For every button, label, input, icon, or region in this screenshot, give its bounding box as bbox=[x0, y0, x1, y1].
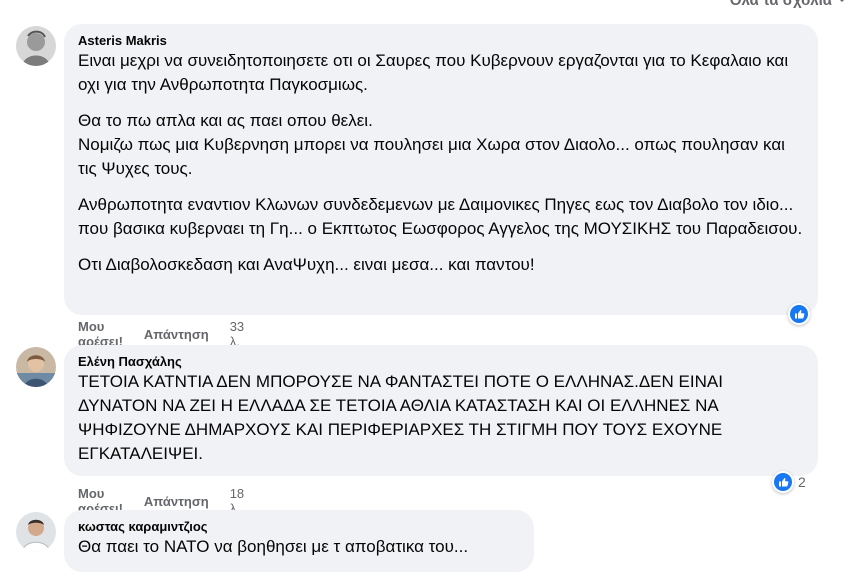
comment-text: Θα το πω απλα και ας παει οπου θελει. Νο… bbox=[78, 111, 785, 178]
comment-text: Ειναι μεχρι να συνειδητοποιησετε οτι οι … bbox=[78, 51, 789, 94]
comment-text: Οτι Διαβολοσκεδαση και ΑναΨυχη... ειναι … bbox=[78, 255, 535, 274]
reaction-count[interactable]: 2 bbox=[798, 474, 806, 490]
chevron-down-icon bbox=[840, 0, 844, 2]
sort-label: Όλα τα σχόλια bbox=[729, 0, 832, 9]
like-icon bbox=[774, 473, 792, 491]
avatar[interactable] bbox=[16, 347, 56, 387]
comment-text: Ανθρωποτητα εναντιον Κλωνων συνδεδεμενων… bbox=[78, 195, 803, 238]
reaction-pill[interactable] bbox=[788, 303, 810, 325]
avatar-image bbox=[16, 26, 56, 66]
reply-button[interactable]: Απάντηση bbox=[144, 327, 209, 342]
reaction-summary[interactable] bbox=[788, 303, 810, 325]
comment-text: Θα παει το ΝΑΤΟ να βοηθησει με τ αποβατι… bbox=[78, 537, 469, 556]
comment-author[interactable]: Asteris Makris bbox=[78, 32, 806, 49]
avatar-image bbox=[16, 512, 56, 552]
sort-comments-button[interactable]: Όλα τα σχόλια bbox=[729, 0, 847, 9]
avatar[interactable] bbox=[16, 26, 56, 66]
comment-bubble: Ελένη Πασχάλης ΤΕΤΟΙΑ ΚΑΤΝΤΙΑ ΔΕΝ ΜΠΟΡΟΥ… bbox=[64, 345, 818, 476]
comment-text: ΤΕΤΟΙΑ ΚΑΤΝΤΙΑ ΔΕΝ ΜΠΟΡΟΥΣΕ ΝΑ ΦΑΝΤΑΣΤΕΙ… bbox=[78, 372, 723, 463]
reaction-summary[interactable]: 2 bbox=[772, 471, 806, 493]
avatar[interactable] bbox=[16, 512, 56, 552]
avatar-image bbox=[16, 347, 56, 387]
comment-author[interactable]: κωστας καραμιντζιος bbox=[78, 518, 522, 535]
reaction-pill[interactable] bbox=[772, 471, 794, 493]
comment-author[interactable]: Ελένη Πασχάλης bbox=[78, 353, 806, 370]
like-icon bbox=[790, 305, 808, 323]
reply-button[interactable]: Απάντηση bbox=[144, 494, 209, 509]
comment-bubble: κωστας καραμιντζιος Θα παει το ΝΑΤΟ να β… bbox=[64, 510, 534, 572]
comment-bubble: Asteris Makris Ειναι μεχρι να συνειδητοπ… bbox=[64, 24, 818, 315]
